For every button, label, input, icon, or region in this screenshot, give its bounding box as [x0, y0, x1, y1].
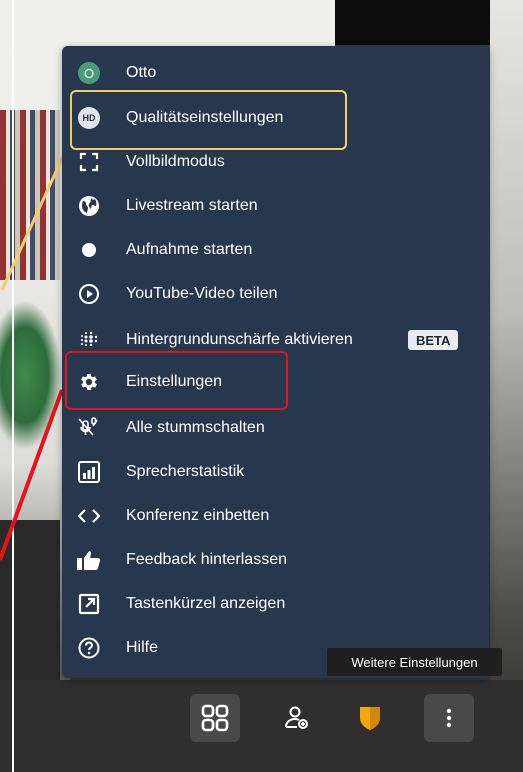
menu-item-label: Otto	[126, 64, 157, 81]
shield-icon	[360, 707, 380, 730]
record-icon	[76, 237, 102, 263]
beta-badge: BETA	[408, 330, 459, 350]
code-icon	[76, 503, 102, 529]
menu-item-label: Konferenz einbetten	[126, 507, 270, 524]
highlight-settings	[65, 351, 288, 410]
more-options-button[interactable]	[424, 694, 474, 742]
menu-item-profile[interactable]: O Otto	[62, 55, 489, 91]
menu-item-label: Sprecherstatistik	[126, 463, 245, 480]
plant	[0, 300, 62, 450]
menu-item-label: Hilfe	[126, 639, 159, 656]
frame-border	[12, 0, 14, 772]
add-participant-icon	[285, 706, 308, 729]
menu-item-speaker-stats[interactable]: Sprecherstatistik	[62, 454, 489, 490]
menu-item-label: Feedback hinterlassen	[126, 551, 287, 568]
menu-item-feedback[interactable]: Feedback hinterlassen	[62, 542, 489, 578]
bookshelf	[0, 110, 60, 280]
menu-item-label: Alle stummschalten	[126, 419, 265, 436]
tile-view-icon	[201, 704, 229, 732]
menu-item-recording[interactable]: Aufnahme starten	[62, 232, 489, 268]
globe-icon	[76, 193, 102, 219]
menu-item-youtube-share[interactable]: YouTube-Video teilen	[62, 276, 489, 312]
external-link-icon	[76, 591, 102, 617]
fullscreen-icon	[76, 149, 102, 175]
chair	[0, 520, 60, 680]
help-icon	[76, 635, 102, 661]
bar-chart-icon	[76, 459, 102, 485]
menu-item-mute-all[interactable]: Alle stummschalten	[62, 410, 489, 446]
menu-item-label: Aufnahme starten	[126, 241, 253, 258]
avatar-icon: O	[76, 60, 102, 86]
tile-view-button[interactable]	[190, 694, 240, 742]
play-circle-icon	[76, 281, 102, 307]
more-vertical-icon	[446, 708, 452, 728]
more-options-tooltip: Weitere Einstellungen	[327, 648, 502, 676]
mute-all-icon	[76, 415, 102, 441]
highlight-quality-settings	[70, 90, 347, 150]
menu-item-label: YouTube-Video teilen	[126, 285, 278, 302]
menu-item-livestream[interactable]: Livestream starten	[62, 188, 489, 224]
menu-item-label: Hintergrundunschärfe aktivieren	[126, 331, 353, 348]
menu-item-label: Tastenkürzel anzeigen	[126, 595, 286, 612]
menu-item-shortcuts[interactable]: Tastenkürzel anzeigen	[62, 586, 489, 622]
room-wall-top	[0, 0, 335, 50]
menu-item-label: Livestream starten	[126, 197, 258, 214]
menu-item-label: Vollbildmodus	[126, 153, 225, 170]
blur-icon	[76, 327, 102, 353]
menu-item-embed-conference[interactable]: Konferenz einbetten	[62, 498, 489, 534]
dark-window-area	[335, 0, 495, 45]
invite-people-button[interactable]	[272, 694, 322, 742]
thumbs-up-icon	[76, 547, 102, 573]
security-options-button[interactable]	[345, 694, 395, 742]
